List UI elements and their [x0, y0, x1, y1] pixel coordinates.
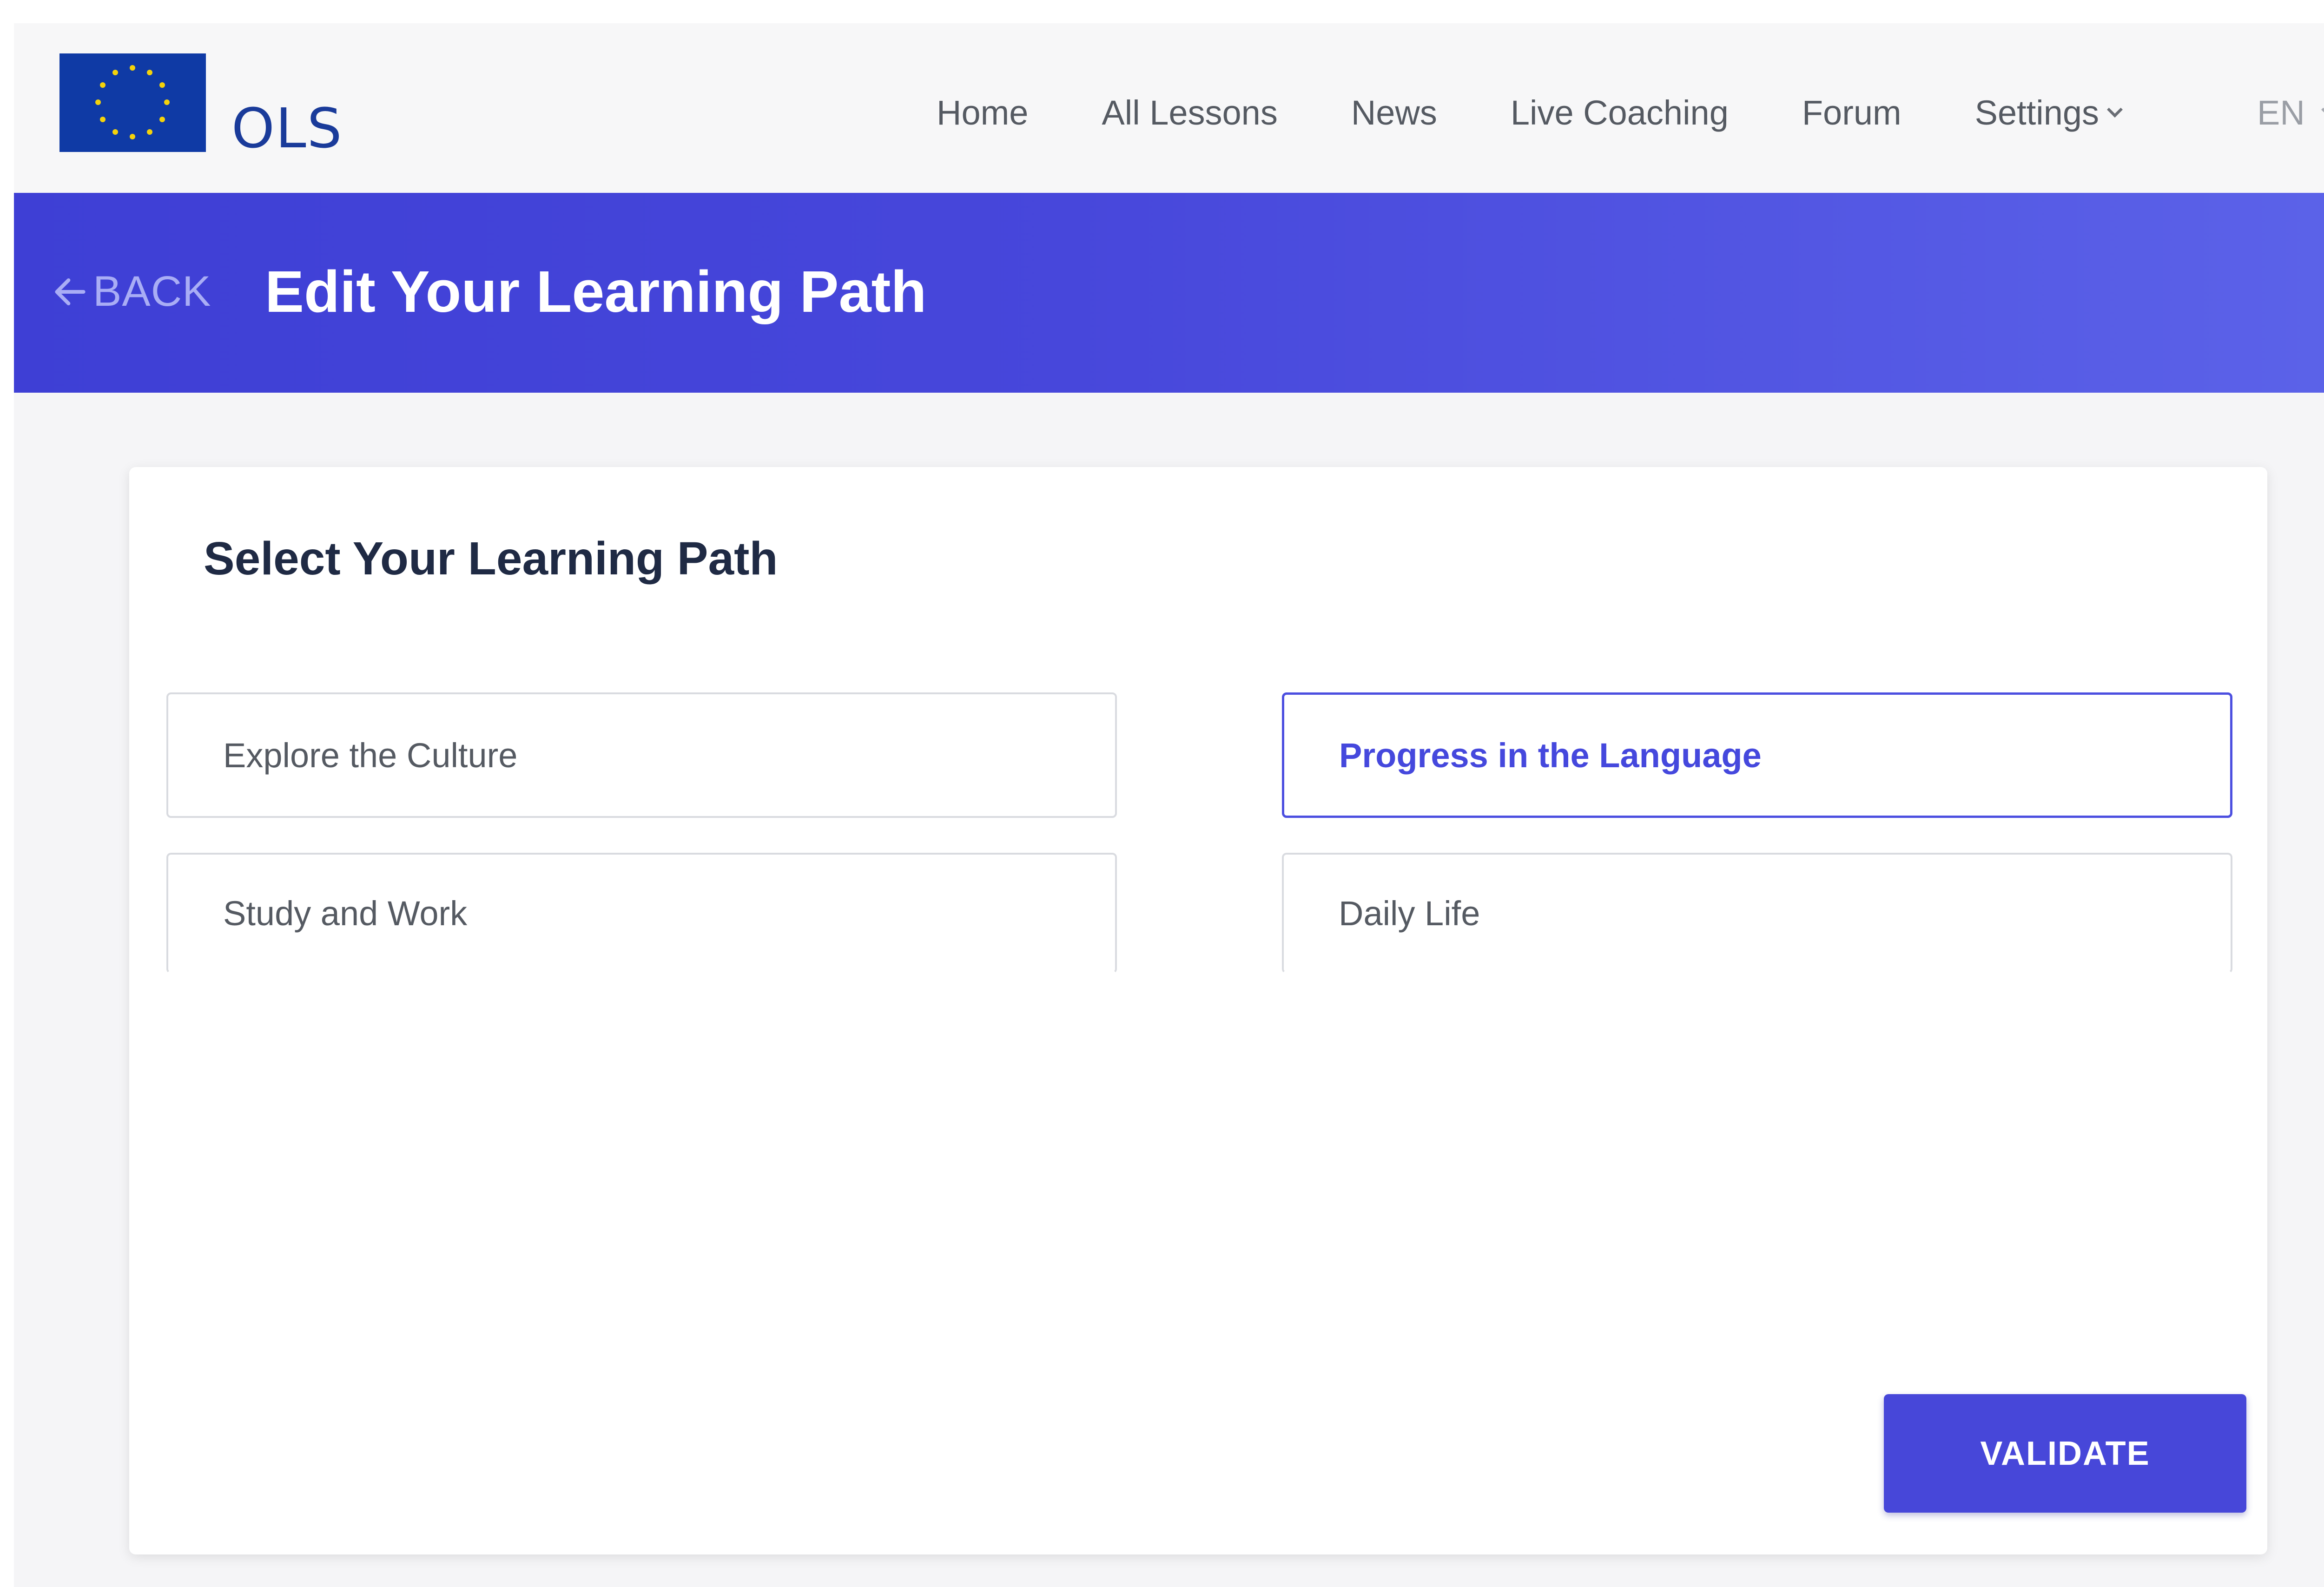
nav-live-coaching-label: Live Coaching	[1510, 93, 1729, 132]
app-window: OLS Home All Lessons News Live Coaching …	[14, 23, 2324, 1587]
nav-forum[interactable]: Forum	[1802, 93, 1901, 132]
nav-home[interactable]: Home	[937, 93, 1028, 132]
nav-settings-dropdown[interactable]: Settings	[1974, 93, 2123, 132]
learning-path-card: Select Your Learning Path Explore the Cu…	[129, 467, 2267, 1554]
option-label: Study and Work	[223, 894, 468, 933]
eu-flag-icon	[59, 53, 206, 152]
nav-all-lessons-label: All Lessons	[1102, 93, 1278, 132]
validate-button[interactable]: VALIDATE	[1884, 1394, 2246, 1513]
page-title: Edit Your Learning Path	[265, 259, 927, 324]
chevron-down-icon	[2321, 101, 2324, 118]
page: OLS Home All Lessons News Live Coaching …	[0, 0, 2324, 1587]
nav-forum-label: Forum	[1802, 93, 1901, 132]
ols-logo[interactable]: OLS	[59, 53, 343, 156]
option-study-and-work[interactable]: Study and Work	[166, 853, 1117, 974]
main-nav: Home All Lessons News Live Coaching Foru…	[937, 93, 2123, 132]
nav-home-label: Home	[937, 93, 1029, 132]
option-daily-life[interactable]: Daily Life	[1282, 853, 2232, 974]
back-button[interactable]: BACK	[50, 267, 211, 316]
option-explore-the-culture[interactable]: Explore the Culture	[166, 692, 1117, 818]
nav-live-coaching[interactable]: Live Coaching	[1511, 93, 1729, 132]
chevron-down-icon	[2107, 101, 2123, 118]
nav-settings-label: Settings	[1974, 93, 2100, 132]
arrow-left-icon	[55, 278, 86, 305]
option-label: Explore the Culture	[223, 736, 518, 775]
page-header-banner: BACK Edit Your Learning Path	[14, 193, 2324, 393]
option-label: Daily Life	[1339, 894, 1480, 933]
language-label: EN	[2257, 93, 2305, 132]
nav-all-lessons[interactable]: All Lessons	[1102, 93, 1277, 132]
top-navigation-bar: OLS Home All Lessons News Live Coaching …	[14, 23, 2324, 193]
nav-news-label: News	[1351, 93, 1437, 132]
logo-text: OLS	[231, 96, 343, 160]
option-label: Progress in the Language	[1339, 736, 1762, 775]
option-progress-in-the-language[interactable]: Progress in the Language	[1282, 692, 2232, 818]
card-title: Select Your Learning Path	[204, 533, 778, 585]
nav-news[interactable]: News	[1351, 93, 1437, 132]
back-label: BACK	[93, 268, 211, 315]
language-selector[interactable]: EN	[2257, 93, 2324, 132]
